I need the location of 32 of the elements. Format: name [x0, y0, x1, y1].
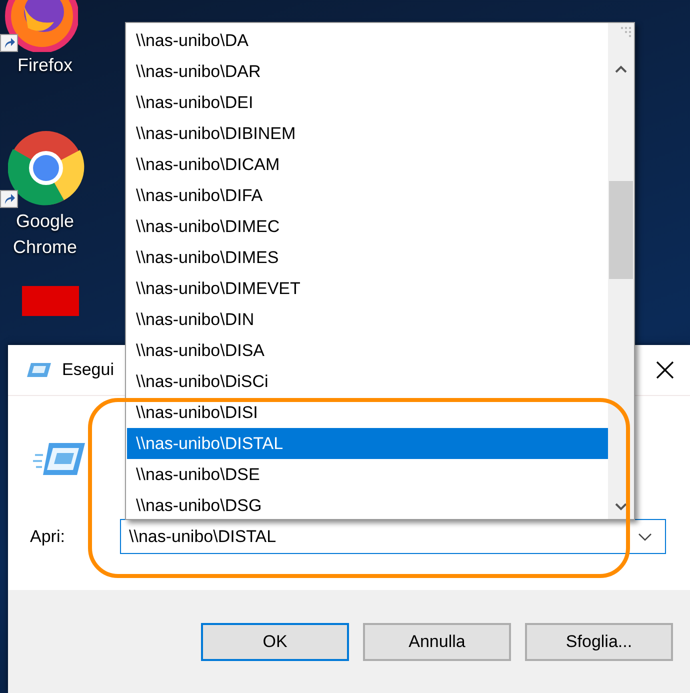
open-label: Apri: — [30, 526, 66, 546]
icon-label: Google Chrome — [12, 210, 78, 259]
dropdown-item[interactable]: \\nas-unibo\DIMEVET — [127, 273, 608, 304]
dropdown-item[interactable]: \\nas-unibo\DiSCi — [127, 366, 608, 397]
dropdown-item[interactable]: \\nas-unibo\DIN — [127, 304, 608, 335]
dropdown-item[interactable]: \\nas-unibo\DEI — [127, 87, 608, 118]
run-icon — [26, 361, 52, 379]
dialog-button[interactable]: Annulla — [363, 622, 511, 660]
dropdown-item[interactable]: \\nas-unibo\DSG — [127, 490, 608, 521]
dropdown-item[interactable]: \\nas-unibo\DAR — [127, 56, 608, 87]
scroll-thumb[interactable] — [609, 181, 633, 279]
dropdown-item[interactable]: \\nas-unibo\DISTAL — [127, 428, 608, 459]
icon-label: Firefox — [16, 54, 74, 77]
dropdown-item[interactable]: \\nas-unibo\DISI — [127, 397, 608, 428]
dropdown-item[interactable]: \\nas-unibo\DICAM — [127, 149, 608, 180]
dialog-button[interactable]: Sfoglia... — [525, 622, 673, 660]
open-field[interactable]: \\nas-unibo\DISTAL — [120, 519, 666, 554]
dropdown-item[interactable]: \\nas-unibo\DIMES — [127, 242, 608, 273]
dropdown-item[interactable]: \\nas-unibo\DIFA — [127, 180, 608, 211]
dropdown-item[interactable]: \\nas-unibo\DISA — [127, 335, 608, 366]
scroll-up-icon[interactable] — [615, 65, 627, 73]
scrollbar[interactable] — [608, 23, 634, 519]
dropdown-item[interactable]: \\nas-unibo\DIMEC — [127, 211, 608, 242]
dropdown-item[interactable]: \\nas-unibo\DSE — [127, 459, 608, 490]
dropdown-item[interactable]: \\nas-unibo\DA — [127, 25, 608, 56]
firefox-icon[interactable] — [2, 0, 78, 52]
grip-icon — [620, 26, 632, 38]
dropdown-item[interactable]: \\nas-unibo\DIBINEM — [127, 118, 608, 149]
window-title: Esegui — [62, 360, 115, 380]
close-icon[interactable] — [656, 361, 674, 379]
dialog-button[interactable]: OK — [201, 622, 349, 660]
scroll-down-icon[interactable] — [615, 503, 627, 511]
